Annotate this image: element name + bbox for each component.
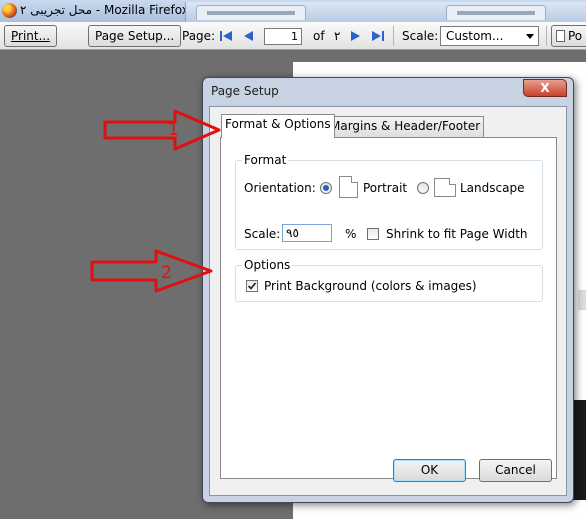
print-button-label: Print...	[11, 29, 51, 43]
options-group-label: Options	[242, 258, 293, 272]
toolbar-separator	[393, 26, 394, 46]
cancel-button[interactable]: Cancel	[479, 459, 552, 482]
page-setup-dialog: Page Setup X Format & Options Margins & …	[202, 77, 574, 503]
scale-select[interactable]: Custom...	[440, 26, 539, 46]
page-number-input[interactable]: 1	[264, 28, 302, 45]
landscape-label[interactable]: Landscape	[460, 181, 524, 195]
tab-label: Margins & Header/Footer	[330, 119, 481, 133]
page-label: Page:	[182, 29, 216, 43]
format-group-label: Format	[242, 153, 289, 167]
portrait-page-icon	[339, 176, 358, 198]
print-button[interactable]: Print...	[4, 25, 58, 47]
ok-button-label: OK	[420, 463, 439, 477]
scale-input[interactable]: ٩٥	[282, 224, 332, 242]
preview-content-fragment	[578, 290, 586, 310]
tab-margins-header-footer[interactable]: Margins & Header/Footer	[326, 116, 485, 137]
annotation-number-1: 1	[168, 120, 179, 140]
of-label: of	[313, 29, 325, 43]
tab-panel: Format Orientation: Portrait Landscape S…	[220, 137, 557, 479]
portrait-label[interactable]: Portrait	[363, 181, 407, 195]
percent-label: %	[345, 227, 357, 241]
scale-label: Scale:	[244, 227, 281, 241]
landscape-radio[interactable]	[417, 182, 429, 194]
next-page-icon[interactable]	[349, 30, 363, 42]
dialog-body: Format & Options Margins & Header/Footer…	[209, 106, 567, 496]
portrait-page-icon	[556, 30, 565, 42]
browser-tab[interactable]	[196, 5, 306, 20]
first-page-icon[interactable]	[219, 30, 233, 42]
tab-format-options[interactable]: Format & Options	[221, 114, 335, 138]
window-title-bar: محل تجريبى ٢ - Mozilla Firefox	[0, 0, 586, 22]
shrink-to-fit-label[interactable]: Shrink to fit Page Width	[386, 227, 528, 241]
last-page-icon[interactable]	[371, 30, 385, 42]
previous-page-icon[interactable]	[241, 30, 255, 42]
portrait-button[interactable]: Po	[551, 25, 586, 47]
page-setup-button-label: Page Setup...	[95, 29, 175, 43]
dialog-title: Page Setup	[211, 84, 279, 98]
annotation-arrow-1	[103, 109, 221, 151]
scale-input-value: ٩٥	[286, 226, 299, 240]
print-preview-toolbar: Print... Page Setup... Page: 1 of ٢ Scal…	[0, 22, 586, 50]
options-group: Options Print Background (colors & image…	[235, 258, 543, 302]
close-button[interactable]: X	[523, 79, 567, 97]
ok-button[interactable]: OK	[393, 459, 466, 482]
annotation-arrow-2	[90, 249, 213, 293]
firefox-logo-icon	[2, 3, 17, 18]
orientation-label: Orientation:	[244, 181, 316, 195]
format-group: Format Orientation: Portrait Landscape S…	[235, 153, 543, 250]
scale-select-value: Custom...	[446, 29, 504, 43]
portrait-button-label: Po	[568, 29, 583, 43]
scale-label: Scale:	[402, 29, 439, 43]
background-tab-strip	[185, 2, 586, 22]
landscape-page-icon	[434, 178, 456, 197]
checkmark-icon	[247, 282, 257, 290]
window-title: محل تجريبى ٢ - Mozilla Firefox	[20, 3, 189, 17]
print-background-checkbox[interactable]	[246, 280, 258, 292]
close-icon: X	[540, 81, 550, 95]
toolbar-separator	[546, 26, 547, 46]
page-setup-button[interactable]: Page Setup...	[88, 25, 182, 47]
tab-label: Format & Options	[225, 117, 331, 131]
cancel-button-label: Cancel	[495, 463, 536, 477]
total-pages: ٢	[334, 29, 341, 43]
annotation-number-2: 2	[161, 263, 172, 283]
chevron-down-icon	[526, 34, 534, 39]
print-background-label[interactable]: Print Background (colors & images)	[264, 279, 477, 293]
shrink-to-fit-checkbox[interactable]	[367, 228, 379, 240]
browser-tab[interactable]	[446, 5, 546, 20]
portrait-radio[interactable]	[320, 182, 332, 194]
